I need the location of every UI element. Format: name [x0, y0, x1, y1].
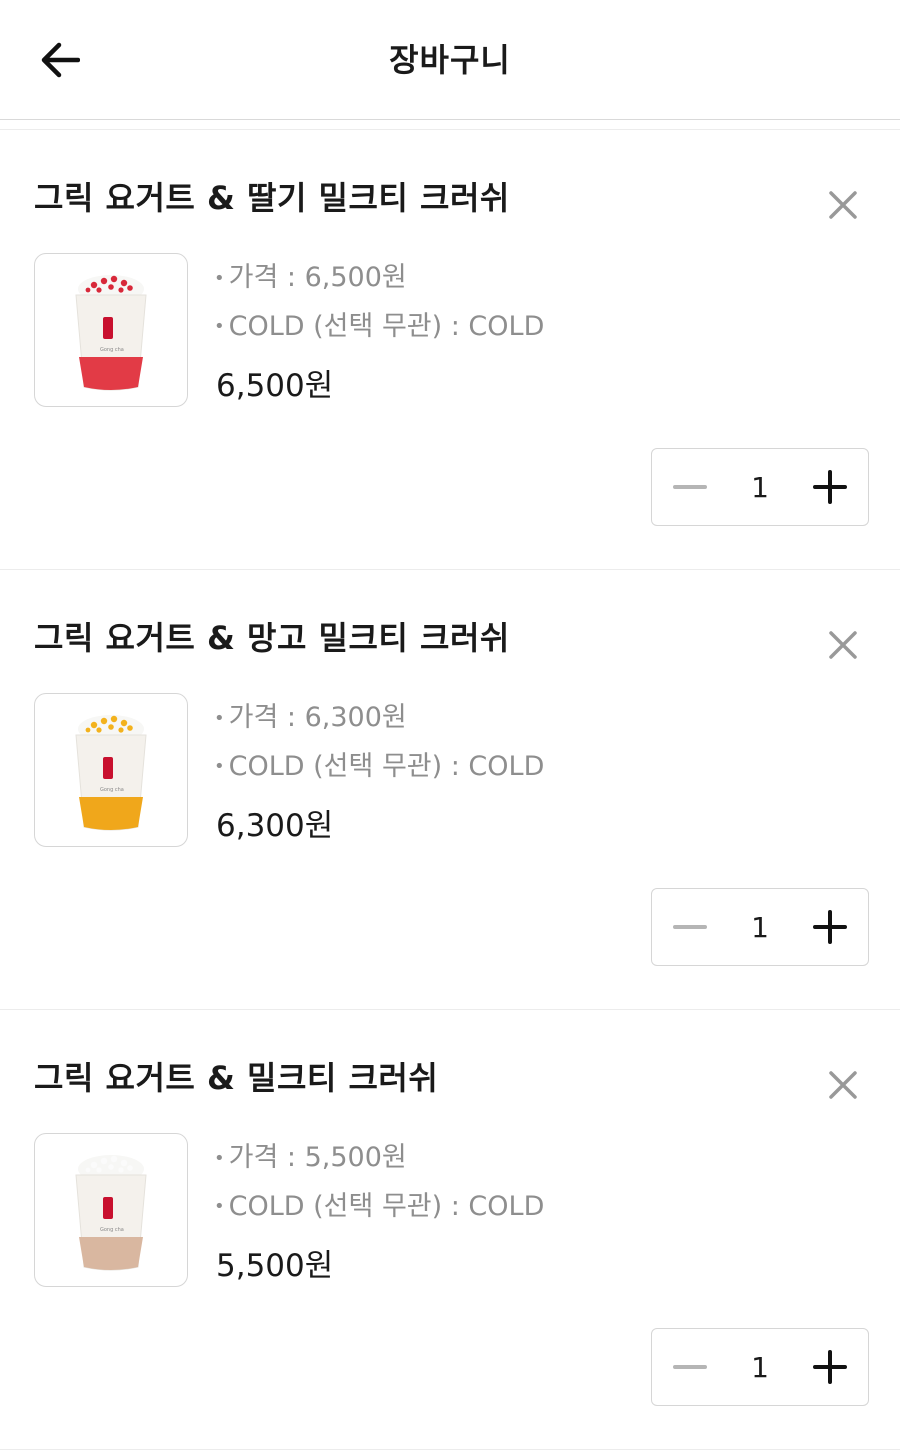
option-separator: :: [278, 262, 305, 293]
quantity-value: 1: [751, 910, 769, 944]
cart-item: 그릭 요거트 & 밀크티 크러쉬 Gong cha • 가격: 5,500원 …: [0, 1010, 900, 1450]
drink-cup-image: Gong cha: [75, 1155, 147, 1271]
item-name: 그릭 요거트 & 망고 밀크티 크러쉬: [34, 619, 510, 657]
bullet: •: [214, 756, 225, 777]
option-separator: :: [278, 702, 305, 733]
increase-quantity-button[interactable]: [792, 889, 868, 965]
app-header: 장바구니: [0, 0, 900, 120]
option-value: 6,500원: [304, 262, 407, 293]
drink-cup-image: Gong cha: [75, 275, 147, 391]
page-title: 장바구니: [389, 41, 511, 79]
quantity-stepper: 1: [651, 448, 869, 526]
option-separator: :: [442, 310, 469, 342]
option-label: 가격: [228, 262, 279, 293]
option-separator: :: [442, 750, 469, 782]
option-separator: :: [278, 1142, 305, 1173]
svg-text:Gong cha: Gong cha: [100, 1227, 124, 1233]
item-price: 6,300원: [216, 808, 334, 844]
option-line: • 가격 : 5,500원: [214, 1134, 544, 1183]
quantity-value: 1: [751, 1350, 769, 1384]
plus-icon: [813, 910, 847, 944]
option-line: • COLD (선택 무관) : COLD: [214, 1183, 544, 1232]
svg-text:Gong cha: Gong cha: [100, 347, 124, 353]
cart-item: 그릭 요거트 & 망고 밀크티 크러쉬 Gong cha • 가격: 6,30…: [0, 570, 900, 1010]
close-icon: [829, 191, 857, 219]
decrease-quantity-button[interactable]: [652, 1329, 728, 1405]
option-line: • 가격 : 6,300원: [214, 694, 544, 743]
option-label: COLD (선택 무관): [228, 750, 443, 782]
bullet: •: [214, 267, 225, 289]
option-line: • COLD (선택 무관) : COLD: [214, 303, 544, 352]
option-label: 가격: [228, 1142, 279, 1173]
minus-icon: [673, 1365, 707, 1369]
option-value: COLD: [468, 750, 545, 782]
option-value: 6,300원: [304, 702, 407, 733]
option-line: • COLD (선택 무관) : COLD: [214, 743, 544, 792]
close-icon: [829, 1071, 857, 1099]
product-image: Gong cha: [34, 1133, 188, 1287]
option-label: COLD (선택 무관): [228, 310, 443, 342]
plus-icon: [813, 470, 847, 504]
bullet: •: [214, 1147, 225, 1169]
option-label: COLD (선택 무관): [228, 1190, 443, 1222]
item-options: • 가격 : 6,500원 • COLD (선택 무관) : COLD: [214, 254, 544, 351]
option-value: COLD: [468, 310, 545, 342]
bullet: •: [214, 1196, 225, 1217]
increase-quantity-button[interactable]: [792, 1329, 868, 1405]
option-separator: :: [442, 1190, 469, 1222]
svg-text:Gong cha: Gong cha: [100, 787, 124, 793]
quantity-stepper: 1: [651, 1328, 869, 1406]
decrease-quantity-button[interactable]: [652, 449, 728, 525]
option-value: COLD: [468, 1190, 545, 1222]
minus-icon: [673, 925, 707, 929]
option-label: 가격: [228, 702, 279, 733]
minus-icon: [673, 485, 707, 489]
bullet: •: [214, 316, 225, 337]
item-options: • 가격 : 6,300원 • COLD (선택 무관) : COLD: [214, 694, 544, 791]
item-price: 6,500원: [216, 368, 334, 404]
item-options: • 가격 : 5,500원 • COLD (선택 무관) : COLD: [214, 1134, 544, 1231]
quantity-value: 1: [751, 470, 769, 504]
remove-item-button[interactable]: [820, 622, 866, 668]
option-value: 5,500원: [304, 1142, 407, 1173]
close-icon: [829, 631, 857, 659]
cart-item: 그릭 요거트 & 딸기 밀크티 크러쉬 Gong cha • 가격: 6,50…: [0, 130, 900, 570]
decrease-quantity-button[interactable]: [652, 889, 728, 965]
item-name: 그릭 요거트 & 밀크티 크러쉬: [34, 1059, 439, 1097]
product-image: Gong cha: [34, 253, 188, 407]
remove-item-button[interactable]: [820, 1062, 866, 1108]
option-line: • 가격 : 6,500원: [214, 254, 544, 303]
product-image: Gong cha: [34, 693, 188, 847]
quantity-stepper: 1: [651, 888, 869, 966]
drink-cup-image: Gong cha: [75, 715, 147, 831]
bullet: •: [214, 707, 225, 729]
plus-icon: [813, 1350, 847, 1384]
item-price: 5,500원: [216, 1248, 334, 1284]
cart-list: 그릭 요거트 & 딸기 밀크티 크러쉬 Gong cha • 가격: 6,50…: [0, 130, 900, 1450]
increase-quantity-button[interactable]: [792, 449, 868, 525]
item-name: 그릭 요거트 & 딸기 밀크티 크러쉬: [34, 179, 510, 217]
remove-item-button[interactable]: [820, 182, 866, 228]
